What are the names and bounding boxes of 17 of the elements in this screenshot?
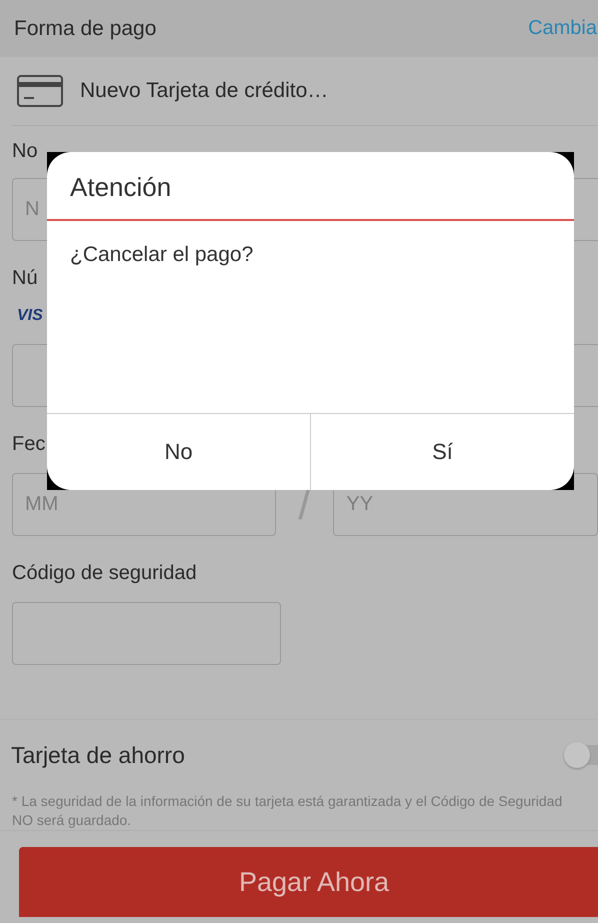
change-link[interactable]: Cambia (528, 17, 597, 40)
security-note: * La seguridad de la información de su tarjeta está garantizada y el Código de Seguridad NO será guardado. (0, 790, 598, 831)
credit-card-icon (17, 75, 63, 107)
payment-method-label[interactable]: Nuevo Tarjeta de crédito… (80, 79, 328, 103)
field-label: Fec (12, 433, 46, 457)
dialog-message: ¿Cancelar el pago? (70, 243, 254, 267)
field-label: No (12, 140, 38, 164)
field-label: Nú (12, 267, 38, 291)
toggle-switch[interactable] (566, 745, 598, 765)
dialog-title: Atención (47, 152, 574, 221)
savings-card-label: Tarjeta de ahorro (11, 742, 185, 768)
pay-now-button[interactable]: Pagar Ahora (19, 847, 598, 917)
section-title: Forma de pago (14, 16, 156, 40)
dialog-button[interactable]: Sí (310, 414, 574, 490)
card-brand-logo: VIS (17, 307, 43, 326)
field-label: Código de seguridad (12, 562, 197, 586)
input-field[interactable] (12, 602, 281, 665)
